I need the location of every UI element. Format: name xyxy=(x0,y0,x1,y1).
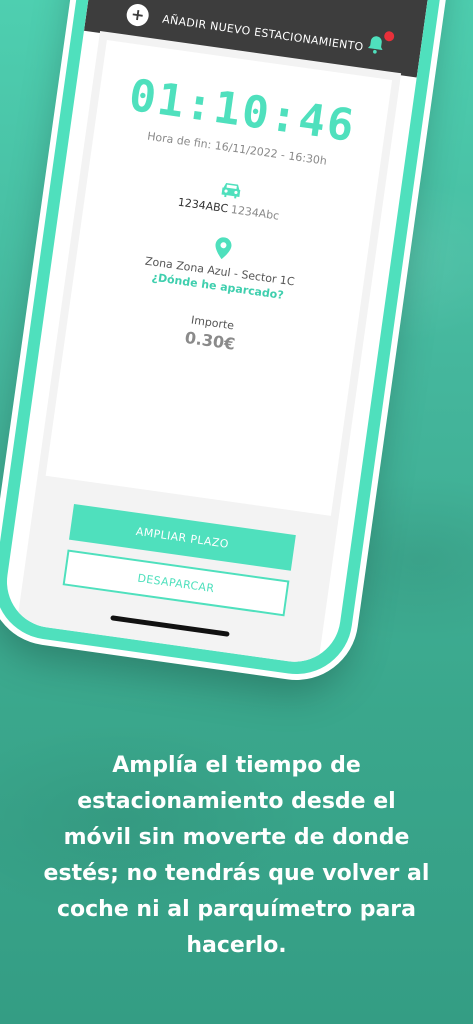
plate-number: 1234ABC xyxy=(177,195,229,216)
plate-alias: 1234Abc xyxy=(230,203,281,223)
location-pin-icon xyxy=(215,237,232,260)
active-parking-card: 01:10:46 Hora de fin: 16/11/2022 - 16:30… xyxy=(45,40,393,516)
vehicle-plate-row: 1234ABC1234Abc xyxy=(177,196,280,223)
car-icon xyxy=(221,183,241,199)
promo-caption: Amplía el tiempo de estacionamiento desd… xyxy=(43,753,430,958)
notification-badge xyxy=(383,30,395,42)
plus-circle-icon: + xyxy=(125,2,151,28)
main-content: 01:10:46 Hora de fin: 16/11/2022 - 16:30… xyxy=(16,30,402,666)
